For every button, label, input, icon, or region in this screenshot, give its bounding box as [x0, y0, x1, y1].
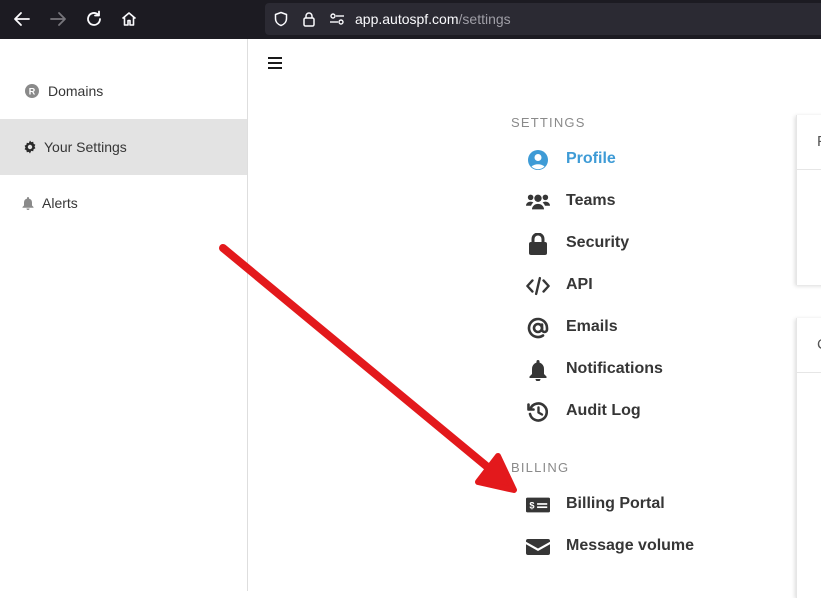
sidebar-item-label: Alerts: [42, 195, 78, 211]
card-header: C: [797, 318, 821, 373]
billing-item-label: Billing Portal: [566, 495, 665, 512]
hamburger-line: [268, 57, 282, 59]
svg-text:$: $: [529, 501, 534, 511]
settings-item-label: Profile: [566, 150, 616, 167]
card-header: P: [797, 115, 821, 170]
sidebar-item-your-settings[interactable]: Your Settings: [0, 119, 247, 175]
at-icon: [526, 316, 550, 340]
gear-icon: [22, 139, 38, 155]
settings-item-label: API: [566, 276, 593, 293]
home-button[interactable]: [117, 7, 141, 31]
forward-arrow-icon: [50, 12, 66, 26]
settings-item-label: Teams: [566, 192, 616, 209]
billing-item-label: Message volume: [566, 537, 695, 554]
lock-icon: [526, 232, 550, 256]
back-arrow-icon: [14, 12, 30, 26]
profile-card: P: [796, 115, 821, 285]
reload-button[interactable]: [82, 7, 106, 31]
user-circle-icon: [526, 148, 550, 172]
settings-item-label: Audit Log: [566, 402, 641, 419]
main-content: SETTINGS Profile Teams Security API Emai…: [248, 39, 821, 598]
settings-item-label: Security: [566, 234, 630, 251]
billing-section-label: BILLING: [511, 460, 570, 475]
bell-icon: [22, 195, 34, 211]
registered-icon: R: [24, 83, 40, 99]
site-permissions-icon[interactable]: [328, 10, 346, 28]
settings-item-label: Emails: [566, 318, 618, 335]
envelope-icon: [526, 535, 550, 559]
users-icon: [526, 190, 550, 214]
settings-section-label: SETTINGS: [511, 115, 586, 130]
menu-toggle-button[interactable]: [268, 57, 282, 69]
sidebar-item-label: Your Settings: [44, 139, 127, 155]
hamburger-line: [268, 67, 282, 69]
lock-icon[interactable]: [300, 10, 318, 28]
hamburger-line: [268, 62, 282, 64]
money-bill-icon: $: [526, 493, 550, 517]
back-button[interactable]: [10, 7, 34, 31]
sidebar-item-label: Domains: [48, 83, 104, 99]
address-bar[interactable]: app.autospf.com/settings: [265, 3, 821, 35]
url-host: app.autospf.com: [355, 11, 459, 27]
url-text: app.autospf.com/settings: [355, 11, 511, 27]
svg-text:R: R: [29, 87, 36, 97]
url-path: /settings: [458, 11, 511, 27]
sidebar-item-domains[interactable]: R Domains: [0, 63, 247, 119]
browser-toolbar: app.autospf.com/settings: [0, 0, 821, 39]
sidebar: R Domains Your Settings Alerts: [0, 39, 248, 591]
code-icon: [526, 274, 550, 298]
reload-icon: [87, 10, 101, 26]
settings-item-label: Notifications: [566, 360, 663, 377]
card-title: C: [817, 336, 821, 353]
second-card: C: [796, 318, 821, 598]
card-title: P: [817, 133, 821, 150]
forward-button[interactable]: [46, 7, 70, 31]
history-icon: [526, 400, 550, 424]
shield-icon[interactable]: [272, 10, 290, 28]
bell-icon: [526, 358, 550, 382]
sidebar-item-alerts[interactable]: Alerts: [0, 175, 247, 231]
home-icon: [121, 12, 137, 26]
